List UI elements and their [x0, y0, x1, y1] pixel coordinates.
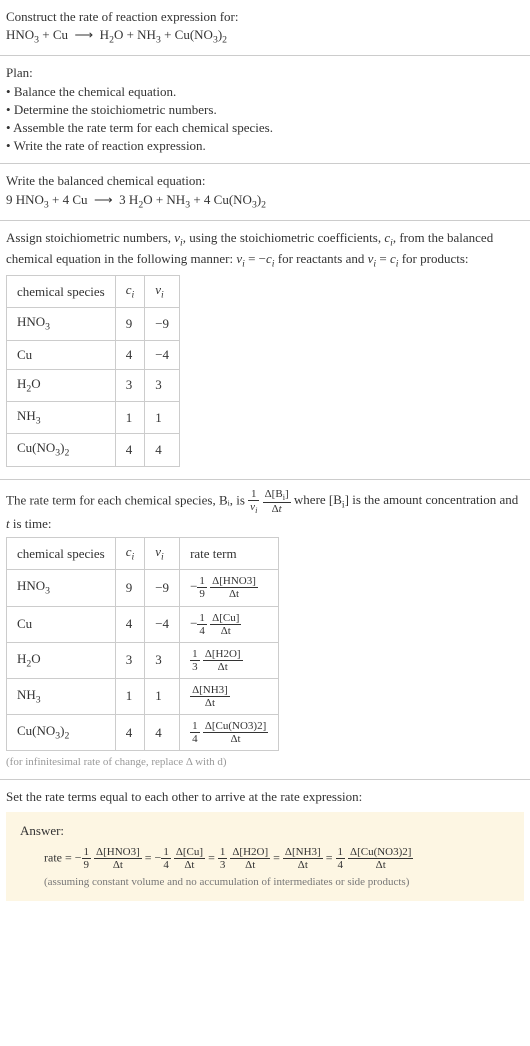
- cell-c: 4: [115, 606, 145, 642]
- cell-c: 9: [115, 308, 145, 340]
- plan-item-text: Assemble the rate term for each chemical…: [13, 120, 273, 135]
- table-row: NH3 1 1 Δ[NH3]Δt: [7, 678, 279, 714]
- cell-c: 4: [115, 434, 145, 466]
- cell-v: 4: [145, 715, 180, 751]
- answer-box: Answer: rate = −19 Δ[HNO3]Δt = −14 Δ[Cu]…: [6, 812, 524, 901]
- col-species: chemical species: [7, 538, 116, 570]
- cell-c: 1: [115, 402, 145, 434]
- intro-section: Construct the rate of reaction expressio…: [0, 0, 530, 55]
- table-row: NH3 1 1: [7, 402, 180, 434]
- table-row: H2O 3 3 13 Δ[H2O]Δt: [7, 642, 279, 678]
- col-rateterm: rate term: [180, 538, 279, 570]
- cell-c: 9: [115, 570, 145, 606]
- table-row: Cu 4 −4 −14 Δ[Cu]Δt: [7, 606, 279, 642]
- cell-species: Cu(NO3)2: [7, 434, 116, 466]
- cell-species: Cu: [7, 340, 116, 369]
- cell-rateterm: 13 Δ[H2O]Δt: [180, 642, 279, 678]
- cell-c: 4: [115, 715, 145, 751]
- col-v: νi: [145, 538, 180, 570]
- cell-v: 1: [145, 402, 180, 434]
- table-header-row: chemical species ci νi: [7, 276, 180, 308]
- final-title: Set the rate terms equal to each other t…: [6, 788, 524, 806]
- cell-v: 1: [145, 678, 180, 714]
- col-c: ci: [115, 538, 145, 570]
- rateterm-section: The rate term for each chemical species,…: [0, 480, 530, 779]
- balanced-section: Write the balanced chemical equation: 9 …: [0, 164, 530, 219]
- plan-item-text: Balance the chemical equation.: [14, 84, 176, 99]
- cell-c: 3: [115, 642, 145, 678]
- balanced-equation: 9 HNO3 + 4 Cu ⟶ 3 H2O + NH3 + 4 Cu(NO3)2: [6, 191, 524, 212]
- cell-species: Cu(NO3)2: [7, 715, 116, 751]
- frac-delta-b: Δ[Bi]Δt: [263, 488, 291, 515]
- frac-one-over-nu: 1νi: [248, 488, 259, 515]
- cell-species: Cu: [7, 606, 116, 642]
- table-header-row: chemical species ci νi rate term: [7, 538, 279, 570]
- answer-label: Answer:: [20, 822, 510, 840]
- cell-species: H2O: [7, 642, 116, 678]
- intro-equation: HNO3 + Cu ⟶ H2O + NH3 + Cu(NO3)2: [6, 26, 524, 47]
- plan-item: • Assemble the rate term for each chemic…: [6, 119, 524, 137]
- rate-prefix: rate =: [44, 850, 75, 864]
- cell-species: HNO3: [7, 570, 116, 606]
- rateterm-table: chemical species ci νi rate term HNO3 9 …: [6, 537, 279, 751]
- cell-v: −9: [145, 570, 180, 606]
- plan-section: Plan: • Balance the chemical equation. •…: [0, 56, 530, 163]
- cell-species: NH3: [7, 402, 116, 434]
- cell-c: 4: [115, 340, 145, 369]
- table-row: Cu 4 −4: [7, 340, 180, 369]
- table-row: H2O 3 3: [7, 369, 180, 401]
- table-row: HNO3 9 −9 −19 Δ[HNO3]Δt: [7, 570, 279, 606]
- cell-v: 3: [145, 642, 180, 678]
- cell-v: −9: [145, 308, 180, 340]
- col-c: ci: [115, 276, 145, 308]
- final-section: Set the rate terms equal to each other t…: [0, 780, 530, 909]
- plan-title: Plan:: [6, 64, 524, 82]
- cell-species: NH3: [7, 678, 116, 714]
- table-row: HNO3 9 −9: [7, 308, 180, 340]
- cell-v: −4: [145, 606, 180, 642]
- cell-rateterm: 14 Δ[Cu(NO3)2]Δt: [180, 715, 279, 751]
- plan-item-text: Determine the stoichiometric numbers.: [14, 102, 217, 117]
- cell-rateterm: −19 Δ[HNO3]Δt: [180, 570, 279, 606]
- answer-rate-expression: rate = −19 Δ[HNO3]Δt = −14 Δ[Cu]Δt = 13 …: [44, 846, 510, 871]
- plan-item: • Determine the stoichiometric numbers.: [6, 101, 524, 119]
- cell-v: 3: [145, 369, 180, 401]
- col-species: chemical species: [7, 276, 116, 308]
- table-row: Cu(NO3)2 4 4 14 Δ[Cu(NO3)2]Δt: [7, 715, 279, 751]
- cell-c: 1: [115, 678, 145, 714]
- answer-note: (assuming constant volume and no accumul…: [44, 875, 510, 890]
- table-row: Cu(NO3)2 4 4: [7, 434, 180, 466]
- cell-rateterm: Δ[NH3]Δt: [180, 678, 279, 714]
- assign-section: Assign stoichiometric numbers, νi, using…: [0, 221, 530, 479]
- cell-rateterm: −14 Δ[Cu]Δt: [180, 606, 279, 642]
- cell-c: 3: [115, 369, 145, 401]
- cell-v: −4: [145, 340, 180, 369]
- plan-item: • Write the rate of reaction expression.: [6, 137, 524, 155]
- rateterm-text: The rate term for each chemical species,…: [6, 488, 524, 534]
- stoich-table: chemical species ci νi HNO3 9 −9 Cu 4 −4…: [6, 275, 180, 466]
- col-v: νi: [145, 276, 180, 308]
- intro-title: Construct the rate of reaction expressio…: [6, 8, 524, 26]
- rateterm-pre: The rate term for each chemical species,…: [6, 492, 248, 507]
- cell-species: H2O: [7, 369, 116, 401]
- cell-species: HNO3: [7, 308, 116, 340]
- balanced-title: Write the balanced chemical equation:: [6, 172, 524, 190]
- plan-item: • Balance the chemical equation.: [6, 83, 524, 101]
- assign-text: Assign stoichiometric numbers, νi, using…: [6, 229, 524, 271]
- cell-v: 4: [145, 434, 180, 466]
- rateterm-note: (for infinitesimal rate of change, repla…: [6, 755, 524, 770]
- plan-item-text: Write the rate of reaction expression.: [14, 138, 206, 153]
